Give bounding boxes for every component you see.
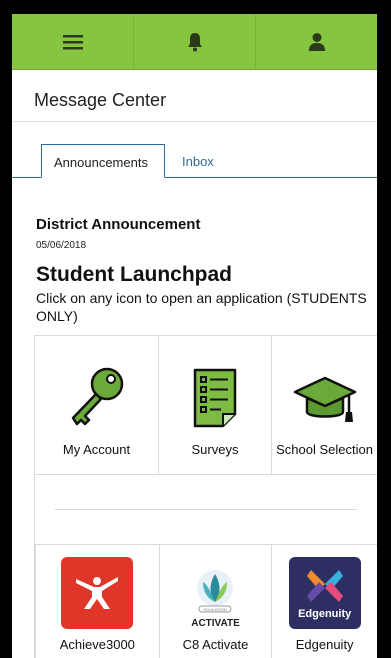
tab-inbox[interactable]: Inbox — [170, 144, 226, 178]
checklist-icon — [193, 368, 237, 428]
app-my-account[interactable]: My Account — [34, 336, 158, 474]
app-school-selection[interactable]: School Selection — [271, 336, 377, 474]
notifications-button[interactable] — [134, 14, 256, 69]
edgenuity-logo: Edgenuity — [288, 557, 361, 629]
app-label: Edgenuity — [295, 637, 354, 652]
grid-spacer — [34, 475, 377, 545]
activate-logo: EDUCATION — [197, 569, 234, 612]
announcement-heading: District Announcement — [36, 216, 201, 233]
app-label: Surveys — [191, 442, 239, 457]
hamburger-menu-icon — [62, 34, 83, 49]
achieve3000-logo — [61, 557, 134, 629]
app-label: School Selection — [276, 442, 373, 457]
app-row: My Account Surveys School Selection — [34, 336, 377, 475]
bell-icon — [187, 32, 202, 51]
divider — [55, 509, 357, 510]
announcement: District Announcement 05/06/2018 Student… — [36, 216, 377, 325]
launchpad-title: Student Launchpad — [36, 263, 232, 286]
top-navigation-bar — [12, 14, 377, 70]
user-profile-button[interactable] — [256, 14, 377, 69]
app-frame: Message Center Announcements Inbox Distr… — [12, 14, 377, 658]
app-edgenuity[interactable]: Edgenuity Edgenuity — [271, 545, 377, 658]
key-icon — [71, 367, 123, 426]
app-c8-activate[interactable]: EDUCATION ACTIVATE C8 Activate — [158, 545, 272, 658]
app-grid: My Account Surveys School Selection Achi… — [34, 335, 377, 658]
achieve3000-figure-icon — [76, 577, 119, 609]
message-tabs: Announcements Inbox — [12, 144, 377, 178]
app-label: C8 Activate — [182, 637, 249, 652]
tab-announcements[interactable]: Announcements — [41, 144, 165, 178]
app-achieve3000[interactable]: Achieve3000 — [35, 545, 159, 658]
app-surveys[interactable]: Surveys — [158, 336, 271, 474]
message-center-title: Message Center — [12, 70, 377, 122]
menu-button[interactable] — [12, 14, 134, 69]
edgenuity-logo-text: Edgenuity — [298, 608, 352, 620]
edgenuity-x-icon — [306, 570, 343, 602]
app-label: Achieve3000 — [59, 637, 135, 652]
activate-logo-text: ACTIVATE — [191, 617, 240, 629]
announcement-date: 05/06/2018 — [36, 240, 87, 251]
user-icon — [308, 32, 325, 51]
launchpad-description: Click on any icon to open an application… — [36, 290, 367, 324]
graduation-cap-icon — [293, 376, 356, 422]
app-row: Achieve3000 EDUCATION ACTIVATE C8 Activa… — [34, 545, 377, 658]
svg-text:EDUCATION: EDUCATION — [204, 607, 227, 612]
app-label: My Account — [62, 442, 131, 457]
